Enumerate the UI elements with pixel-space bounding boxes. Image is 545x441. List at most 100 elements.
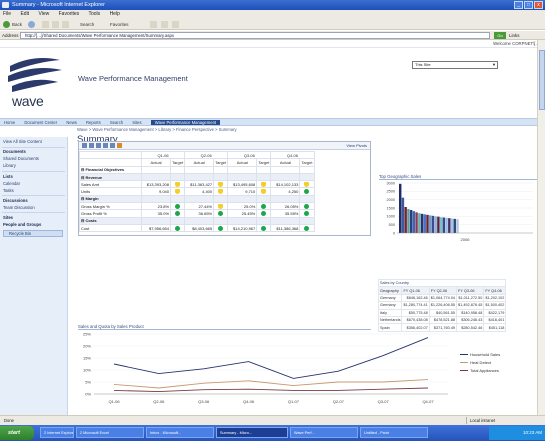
recycle-bin-link[interactable]: Recycle Bin (3, 230, 63, 237)
tab-wave-performance-management[interactable]: Wave Performance Management (150, 120, 221, 125)
bar[interactable] (429, 215, 432, 233)
kpi-label[interactable]: ⊟ Margin (79, 194, 142, 204)
tab-search[interactable]: Search (110, 120, 123, 125)
site-search-scope[interactable]: This Site ▼ (412, 61, 498, 69)
expand-icon[interactable] (82, 143, 87, 148)
scorecard-row[interactable]: Units 9,040 4,400 9,710 4,250 (79, 187, 315, 196)
bar[interactable] (409, 210, 413, 233)
welcome-menu[interactable]: Welcome CORPNET\[…] (493, 40, 541, 48)
sidebar-item-calendar[interactable]: Calendar (3, 181, 20, 187)
scrollbar-thumb[interactable] (539, 50, 545, 110)
documents-header[interactable]: Documents (3, 149, 26, 155)
go-button[interactable]: Go (494, 32, 506, 39)
forward-arrow-icon[interactable] (28, 21, 35, 28)
taskbar-item[interactable]: Wave Perf... (290, 427, 358, 438)
discussions-header[interactable]: Discussions (3, 198, 28, 204)
bar[interactable] (415, 212, 418, 233)
print-icon[interactable] (172, 21, 179, 28)
geo-table-row[interactable]: Germany $846,162.46 $1,064,774.04 $1,011,27… (377, 293, 507, 303)
geo-column-header[interactable]: FY Q3-06 (456, 286, 485, 295)
stop-icon[interactable] (42, 21, 49, 28)
bar[interactable] (437, 216, 440, 233)
view-pivots-button[interactable]: View Pivots (346, 143, 367, 148)
sidebar-item-library[interactable]: Library (3, 163, 16, 169)
bar[interactable] (434, 216, 437, 233)
sidebar-item-shared-documents[interactable]: Shared Documents (3, 156, 39, 162)
taskbar-item-active[interactable]: Summary - Micro... (216, 427, 288, 438)
menu-favorites[interactable]: Favorites (59, 11, 80, 17)
sidebar-item-tasks[interactable]: Tasks (3, 188, 14, 194)
breadcrumb[interactable]: Wave > Wave Performance Management > Lib… (77, 127, 237, 132)
tab-sites[interactable]: Sites (132, 120, 141, 125)
tab-home[interactable]: Home (4, 120, 15, 125)
back-arrow-icon[interactable] (3, 21, 10, 28)
bar[interactable] (423, 214, 426, 233)
close-button[interactable]: x (534, 1, 543, 9)
menu-view[interactable]: View (38, 11, 49, 17)
geo-table-row[interactable]: Netherlands $670,438.08 $478,521.88 $306,24… (377, 315, 507, 325)
bar[interactable] (401, 197, 405, 233)
bar[interactable] (448, 218, 451, 233)
scorecard-row[interactable]: ⊟ Revenue (79, 172, 315, 182)
media-icon[interactable] (150, 21, 157, 28)
sites-header[interactable]: Sites (3, 215, 13, 221)
taskbar-item[interactable]: 2 Internet Explorer (40, 427, 74, 438)
kpi-label[interactable]: ⊟ Financial Objectives (79, 165, 142, 174)
bar[interactable] (456, 219, 459, 233)
kpi-label[interactable]: ⊟ Costs (79, 216, 142, 225)
people-groups-header[interactable]: People and Groups (3, 222, 41, 228)
collapse-icon[interactable] (89, 143, 94, 148)
bar[interactable] (420, 213, 424, 233)
export-icon[interactable] (110, 143, 115, 148)
bar[interactable] (450, 218, 454, 234)
bar[interactable] (399, 183, 402, 233)
taskbar-item[interactable]: 2 Microsoft Excel (76, 427, 144, 438)
kpi-label[interactable]: ⊟ Revenue (79, 172, 142, 182)
mail-icon[interactable] (161, 21, 168, 28)
geo-column-header[interactable]: FY Q1-06 (401, 286, 430, 295)
scorecard-row[interactable]: Sales Amt $13,393,208 $11,363,427 $13,495,6… (79, 180, 315, 189)
kpi-label[interactable]: Gross Margin % (79, 202, 142, 211)
kpi-label[interactable]: Units (79, 187, 142, 196)
bar[interactable] (418, 213, 421, 233)
scorecard-row[interactable]: ⊟ Financial Objectives (79, 165, 315, 174)
series-line[interactable] (113, 387, 429, 393)
bar[interactable] (445, 217, 448, 233)
bar[interactable] (442, 217, 446, 234)
geo-column-header[interactable]: FY Q4-06 (483, 286, 507, 295)
page-scrollbar[interactable] (537, 40, 545, 415)
geo-column-header[interactable]: FY Q2-06 (428, 286, 458, 295)
scorecard-row[interactable]: Gross Profit % 35.0% 36.65% 25.45% 35.55% (79, 209, 315, 218)
bar[interactable] (412, 211, 416, 233)
links-button[interactable]: Links (509, 32, 520, 39)
bar[interactable] (439, 217, 443, 233)
tray-clock[interactable]: 10:23 AM (523, 430, 542, 435)
favorites-button[interactable]: Favorites (110, 21, 129, 28)
search-button[interactable]: Search (80, 21, 94, 28)
series-line[interactable] (113, 379, 429, 389)
menu-tools[interactable]: Tools (88, 11, 100, 17)
scorecard-row[interactable]: Gross Margin % 23.8% 27.44% 25.0% 26.05% (79, 202, 315, 211)
menu-edit[interactable]: Edit (20, 11, 29, 17)
kpi-label[interactable]: Gross Profit % (79, 209, 142, 218)
kpi-label[interactable]: Sales Amt (79, 180, 142, 189)
taskbar-item[interactable]: Untitled - Paint (360, 427, 428, 438)
maximize-button[interactable]: □ (524, 1, 533, 9)
tab-document-center[interactable]: Document Center (24, 120, 57, 125)
bar[interactable] (426, 214, 429, 233)
bar[interactable] (407, 209, 410, 233)
minimize-button[interactable]: _ (514, 1, 523, 9)
taskbar-item[interactable]: Inbox - Microsoft... (146, 427, 214, 438)
tab-news[interactable]: News (66, 120, 76, 125)
address-input[interactable]: http://[…]/Shared Documents/Wave Perform… (20, 32, 490, 39)
refresh-icon[interactable] (52, 21, 59, 28)
scorecard-row[interactable]: ⊟ Margin (79, 194, 315, 204)
home-icon[interactable] (62, 21, 69, 28)
view-all-content-link[interactable]: View All Site Content (3, 139, 42, 145)
chart-icon[interactable] (117, 143, 122, 148)
bar[interactable] (431, 215, 435, 233)
geo-table-row[interactable]: Germany $1,280,774.41 $1,226,406.55 $1,492,… (377, 301, 507, 310)
menu-help[interactable]: Help (110, 11, 120, 17)
geo-table-row[interactable]: Italy $50,775.48 $40,561.55 $140,958.48 $422… (377, 308, 507, 317)
kpi-label[interactable]: Cost (79, 223, 142, 233)
